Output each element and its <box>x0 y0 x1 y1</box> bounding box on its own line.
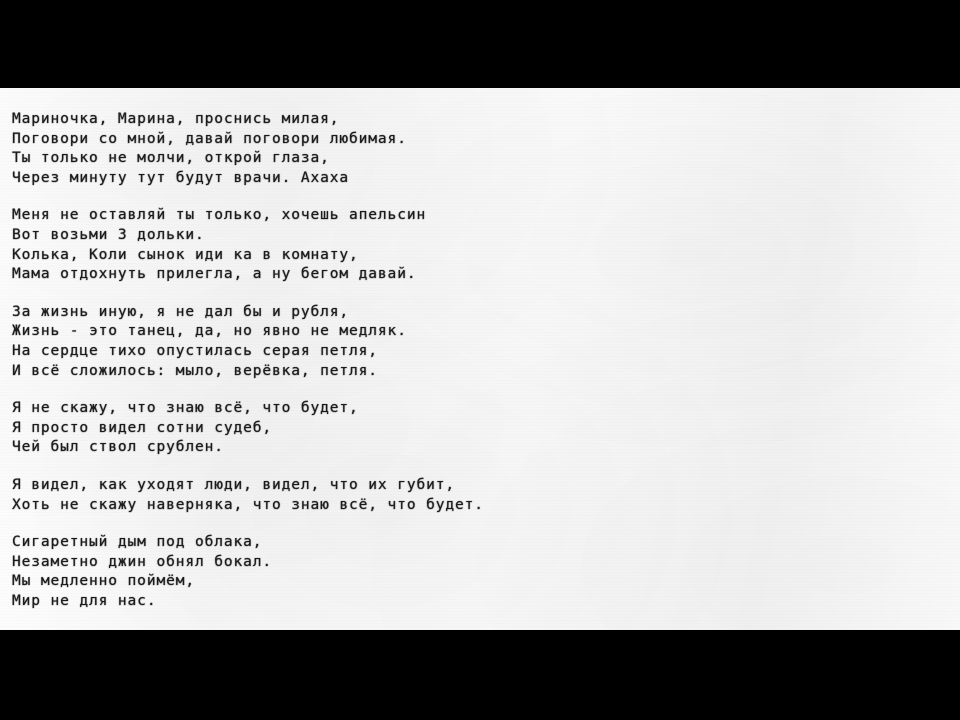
lyrics-stanza: За жизнь иную, я не дал бы и рубля, Жизнь… <box>12 303 942 381</box>
lyrics-line: Поговори со мной, давай поговори любимая… <box>12 130 407 147</box>
lyrics-line: Мы медленно поймём, <box>12 573 195 590</box>
lyrics-stanza: Я не скажу, что знаю всё, что будет, Я пр… <box>12 399 942 458</box>
lyrics-text-block: Мариночка, Марина, проснись милая, Погово… <box>12 110 942 630</box>
lyrics-line: Ты только не молчи, открой глаза, <box>12 150 330 167</box>
lyrics-line: Колька, Коли сынок иди ка в комнату, <box>12 246 359 263</box>
lyrics-line: Сигаретный дым под облака, <box>12 629 942 630</box>
lyrics-line: Незаметно джин обнял бокал. <box>12 553 273 570</box>
lyrics-line: Сигаретный дым под облака, <box>12 534 263 551</box>
lyrics-line: Мариночка, Марина, проснись милая, <box>12 111 340 127</box>
lyrics-line: Я просто видел сотни судеб, <box>12 419 273 436</box>
lyrics-stanza: Меня не оставляй ты только, хочешь апель… <box>12 206 942 284</box>
lyrics-line: Чей был ствол срублен. <box>12 439 224 456</box>
lyrics-line: На сердце тихо опустилась серая петля, <box>12 342 378 359</box>
lyrics-line: И всё сложилось: мыло, верёвка, петля. <box>12 362 378 379</box>
lyrics-line: За жизнь иную, я не дал бы и рубля, <box>12 303 350 320</box>
lyrics-stanza: Я видел, как уходят люди, видел, что их … <box>12 476 942 515</box>
lyrics-stanza: Мариночка, Марина, проснись милая, Погово… <box>12 110 942 188</box>
letterbox-bar-top <box>0 0 960 88</box>
lyrics-line: Меня не оставляй ты только, хочешь апель… <box>12 207 427 224</box>
lyrics-stanza: Сигаретный дым под облака, Незаметно джин… <box>12 533 942 611</box>
lyrics-line: Я не скажу, что знаю всё, что будет, <box>12 400 359 417</box>
lyrics-line: Хоть не скажу наверняка, что знаю всё, ч… <box>12 496 484 513</box>
video-content-area: Мариночка, Марина, проснись милая, Погово… <box>0 88 960 630</box>
lyrics-line: Жизнь - это танец, да, но явно не медляк… <box>12 323 407 340</box>
video-frame: Мариночка, Марина, проснись милая, Погово… <box>0 0 960 720</box>
letterbox-bar-bottom <box>0 630 960 720</box>
lyrics-stanza: Сигаретный дым под облака,Безжалостный д… <box>12 629 942 630</box>
lyrics-line: Вот возьми 3 дольки. <box>12 226 205 243</box>
lyrics-line: Мир не для нас. <box>12 592 157 609</box>
lyrics-line: Через минуту тут будут врачи. Ахаха <box>12 169 350 186</box>
lyrics-line: Мама отдохнуть прилегла, а ну бегом дава… <box>12 266 417 283</box>
lyrics-line: Я видел, как уходят люди, видел, что их … <box>12 476 455 493</box>
